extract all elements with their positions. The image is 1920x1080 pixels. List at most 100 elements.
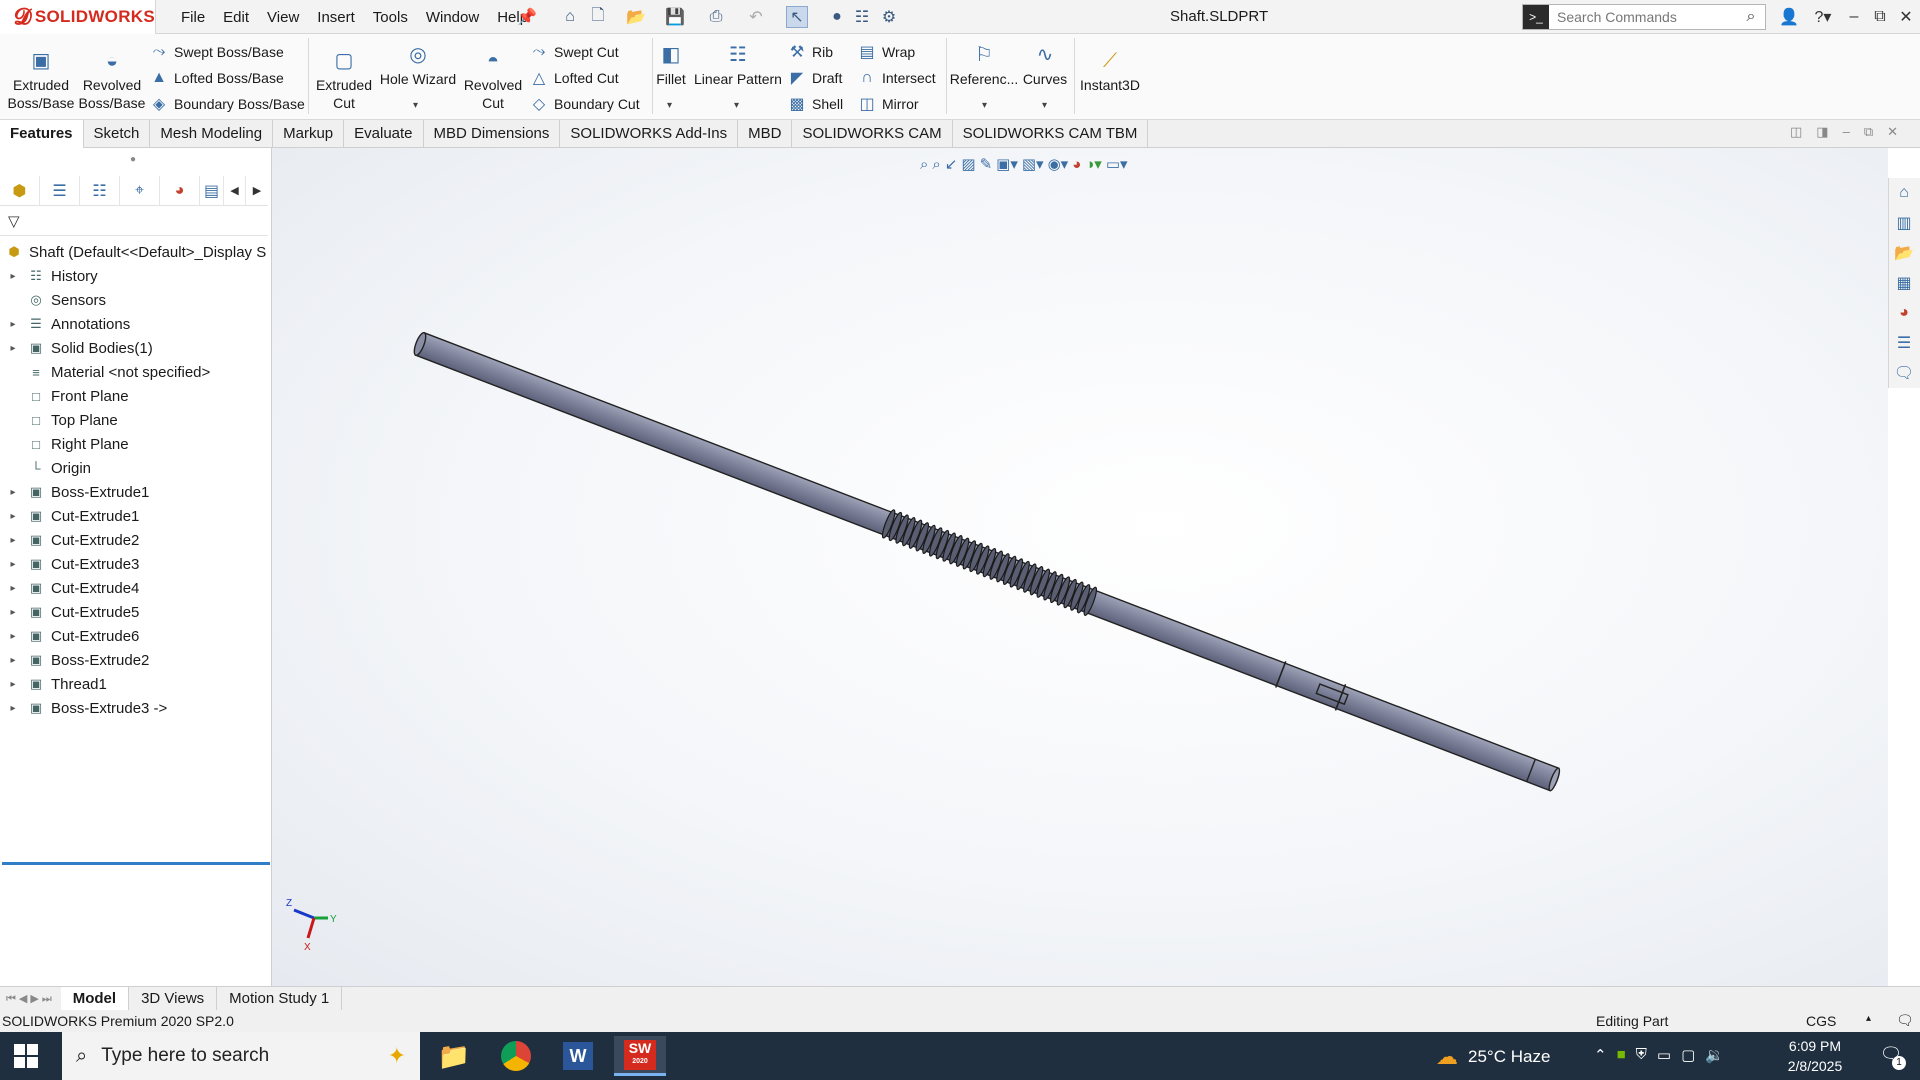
rebuild-icon[interactable]: ● [826, 6, 848, 28]
curves-dropdown-icon[interactable]: ▾ [1042, 100, 1047, 111]
configuration-manager-tab-icon[interactable]: ☷ [80, 175, 120, 206]
doc-close-icon[interactable]: ✕ [1887, 124, 1898, 140]
search-commands[interactable]: >_ Search Commands ⌕ [1522, 4, 1766, 30]
extruded-boss-button[interactable]: ▣ Extruded Boss/Base [8, 48, 75, 112]
linear-pattern-button[interactable]: ☷ Linear Pattern [692, 42, 784, 88]
boundary-cut-button[interactable]: ◇ Boundary Cut [528, 92, 640, 116]
search-icon[interactable]: ⌕ [1737, 8, 1765, 26]
shell-button[interactable]: ▩ Shell [786, 92, 843, 116]
tree-item[interactable]: ▸ ▣ Cut-Extrude6 [0, 624, 139, 648]
filter-icon[interactable]: ▽ [8, 212, 20, 230]
tree-item[interactable]: □ Right Plane [0, 432, 129, 456]
chevron-up-icon[interactable]: ⌃ [1594, 1046, 1607, 1064]
tile-left-icon[interactable]: ◫ [1790, 124, 1802, 140]
tree-item[interactable]: ≡ Material <not specified> [0, 360, 210, 384]
user-icon[interactable]: 👤 [1778, 0, 1800, 34]
appearances-icon[interactable]: ◕ [1889, 298, 1919, 328]
revolved-boss-button[interactable]: ◒ Revolved Boss/Base [78, 48, 146, 112]
hide-show-items-icon[interactable]: ◉▾ [1048, 155, 1069, 173]
tree-item[interactable]: ▸ ▣ Cut-Extrude3 [0, 552, 139, 576]
forum-icon[interactable]: 🗨 [1889, 358, 1919, 388]
lofted-boss-button[interactable]: ▲ Lofted Boss/Base [148, 66, 284, 90]
section-view-icon[interactable]: ▨ [961, 155, 975, 173]
extruded-cut-button[interactable]: ▢ Extruded Cut [314, 48, 374, 112]
minimize-icon[interactable]: – [1842, 0, 1866, 34]
chevron-left-icon[interactable]: ◀ [224, 175, 246, 206]
expand-arrow-icon[interactable]: ▸ [6, 679, 20, 690]
tab-evaluate[interactable]: Evaluate [344, 120, 424, 148]
tab-solidworks-cam-tbm[interactable]: SOLIDWORKS CAM TBM [953, 120, 1149, 148]
security-icon[interactable]: ⛨ [1636, 1046, 1647, 1064]
mirror-button[interactable]: ◫ Mirror [856, 92, 918, 116]
tree-item[interactable]: ▸ ☰ Annotations [0, 312, 130, 336]
view-orientation-icon[interactable]: ▣▾ [996, 155, 1018, 173]
taskbar-search[interactable]: ⌕ Type here to search ✦ [62, 1032, 420, 1080]
display-style-icon[interactable]: ▧▾ [1022, 155, 1044, 173]
expand-arrow-icon[interactable]: ▸ [6, 655, 20, 666]
expand-arrow-icon[interactable]: ▸ [6, 271, 20, 282]
reference-dropdown-icon[interactable]: ▾ [982, 100, 987, 111]
doc-minimize-icon[interactable]: – [1843, 124, 1850, 140]
close-icon[interactable]: ✕ [1894, 0, 1918, 34]
expand-arrow-icon[interactable]: ▸ [6, 319, 20, 330]
tab-motion-study[interactable]: Motion Study 1 [217, 986, 343, 1011]
fillet-dropdown-icon[interactable]: ▾ [667, 100, 672, 111]
tab-scroll-icons[interactable]: ⏮◀▶⏭ [0, 992, 61, 1006]
intersect-button[interactable]: ∩ Intersect [856, 66, 935, 90]
tab-mbd-dimensions[interactable]: MBD Dimensions [424, 120, 561, 148]
new-document-icon[interactable]: 🗋 [587, 6, 609, 28]
linear-pattern-dropdown-icon[interactable]: ▾ [734, 100, 739, 111]
undo-icon[interactable]: ↶ [745, 6, 767, 28]
menu-view[interactable]: View [258, 9, 308, 26]
expand-arrow-icon[interactable]: ▸ [6, 703, 20, 714]
expand-arrow-icon[interactable]: ▸ [6, 607, 20, 618]
tab-features[interactable]: Features [0, 120, 84, 148]
cam-tab-icon[interactable]: ▤ [200, 175, 224, 206]
rollback-bar[interactable] [2, 862, 270, 865]
network-icon[interactable]: ▭ [1657, 1046, 1671, 1064]
tree-item[interactable]: ▸ ☷ History [0, 264, 97, 288]
weather-widget[interactable]: ☁ 25°C Haze [1436, 1044, 1550, 1070]
chrome-app-icon[interactable] [490, 1036, 542, 1076]
display-manager-tab-icon[interactable]: ◕ [160, 175, 200, 206]
reference-geometry-button[interactable]: ⚐ Referenc... [950, 42, 1018, 88]
hole-wizard-button[interactable]: ◎ Hole Wizard [378, 42, 458, 88]
expand-arrow-icon[interactable]: ▸ [6, 559, 20, 570]
taskbar-search-input[interactable]: Type here to search [101, 1045, 269, 1067]
apply-scene-icon[interactable]: ◑▾ [1085, 155, 1102, 173]
file-explorer-icon[interactable]: 📂 [1889, 238, 1919, 268]
shaft-model[interactable] [411, 329, 1563, 795]
revolved-cut-button[interactable]: ◓ Revolved Cut [462, 48, 524, 112]
notification-icon[interactable]: 🗨 1 [1876, 1044, 1906, 1070]
tab-mesh-modeling[interactable]: Mesh Modeling [150, 120, 274, 148]
panel-grip-icon[interactable]: ● [130, 154, 136, 165]
display-icon[interactable]: ▢ [1681, 1046, 1695, 1064]
unit-system[interactable]: CGS [1806, 1013, 1836, 1029]
pin-icon[interactable]: 📌 [516, 6, 538, 28]
tree-item[interactable]: ▸ ▣ Thread1 [0, 672, 106, 696]
tab-sketch[interactable]: Sketch [84, 120, 151, 148]
menu-file[interactable]: File [172, 9, 214, 26]
wrap-button[interactable]: ▤ Wrap [856, 40, 915, 64]
tree-item[interactable]: ▸ ▣ Cut-Extrude2 [0, 528, 139, 552]
swept-boss-button[interactable]: ⤳ Swept Boss/Base [148, 40, 284, 64]
tree-item[interactable]: ◎ Sensors [0, 288, 106, 312]
menu-window[interactable]: Window [417, 9, 488, 26]
expand-arrow-icon[interactable]: ▸ [6, 535, 20, 546]
expand-arrow-icon[interactable]: ▸ [6, 343, 20, 354]
menu-tools[interactable]: Tools [364, 9, 417, 26]
tile-right-icon[interactable]: ◨ [1816, 124, 1828, 140]
windows-start-icon[interactable] [14, 1044, 38, 1068]
solidworks-resources-icon[interactable]: ⌂ [1889, 178, 1919, 208]
unit-dropdown-icon[interactable]: ▴ [1866, 1013, 1871, 1024]
save-icon[interactable]: 💾 [664, 6, 686, 28]
fillet-button[interactable]: ◧ Fillet [656, 42, 686, 88]
feature-manager-tab-icon[interactable]: ⬢ [0, 175, 40, 206]
design-library-icon[interactable]: ▥ [1889, 208, 1919, 238]
tab-model[interactable]: Model [60, 986, 130, 1011]
model-viewport[interactable]: Z Y X [272, 148, 1888, 986]
tree-item[interactable]: □ Front Plane [0, 384, 128, 408]
tree-root[interactable]: ⬢ Shaft (Default<<Default>_Display S [0, 240, 266, 264]
tab-solidworks-cam[interactable]: SOLIDWORKS CAM [792, 120, 953, 148]
view-palette-icon[interactable]: ▦ [1889, 268, 1919, 298]
